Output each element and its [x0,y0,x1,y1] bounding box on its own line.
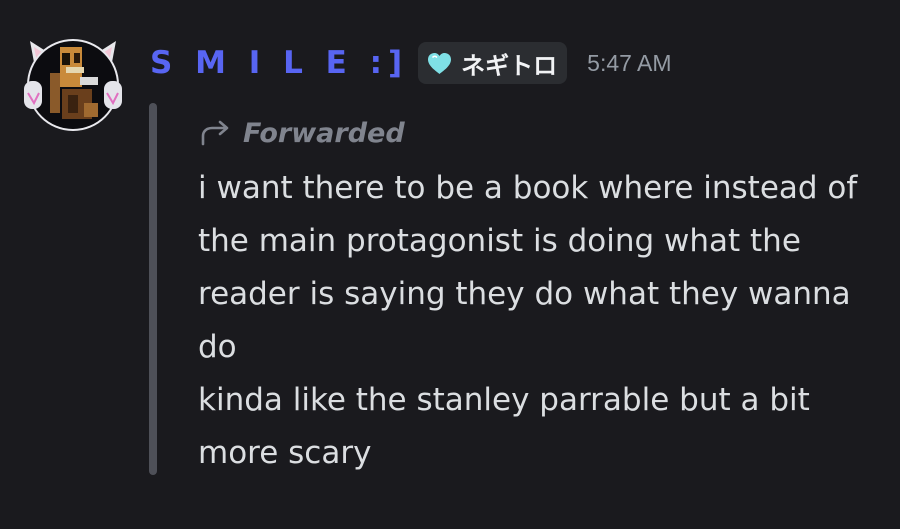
message-header: S M I L E :] ネギトロ 5:47 AM [150,40,672,86]
forwarded-message: S M I L E :] ネギトロ 5:47 AM Forwarded i wa… [0,0,900,529]
avatar-image [24,39,122,131]
author-name[interactable]: S M I L E :] [150,45,408,81]
message-line: i want there to be a book where instead … [198,170,858,206]
avatar[interactable] [22,33,124,131]
message-content: i want there to be a book where instead … [198,162,898,480]
forwarded-text: Forwarded [243,117,405,149]
role-tag[interactable]: ネギトロ [418,42,568,84]
message-line: the main protagonist is doing what the [198,223,801,259]
message-line: kinda like the stanley parrable but a bi… [198,382,810,418]
forward-arrow-icon [201,120,229,146]
message-line: do [198,329,237,365]
cyan-heart-icon [428,52,452,74]
role-name: ネギトロ [461,51,558,80]
timestamp[interactable]: 5:47 AM [587,50,671,77]
message-line: more scary [198,435,372,471]
message-line: reader is saying they do what they wanna [198,276,851,312]
forward-quote-bar [149,103,157,475]
forwarded-label: Forwarded [199,114,405,152]
